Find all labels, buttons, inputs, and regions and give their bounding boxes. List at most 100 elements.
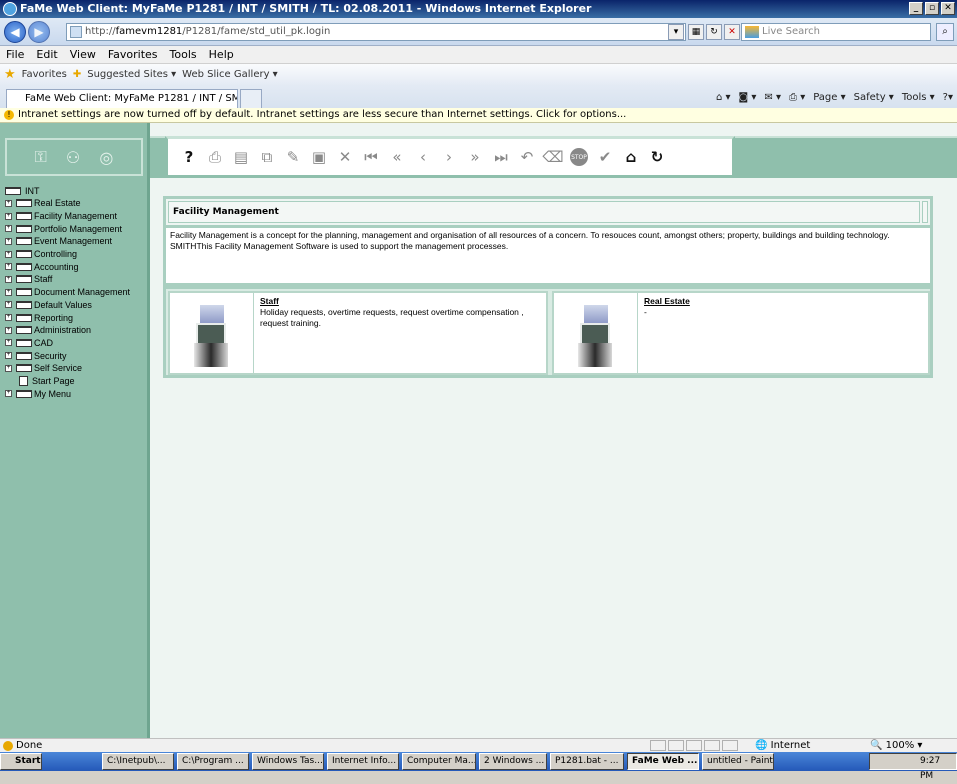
taskbar-button[interactable]: C:\Inetpub\... <box>102 753 174 770</box>
expand-icon[interactable]: + <box>5 390 12 398</box>
back-button[interactable]: ◀ <box>4 21 26 43</box>
taskbar-button[interactable]: FaMe Web ... <box>627 753 699 770</box>
tree-item[interactable]: + Document Management <box>5 286 150 299</box>
add-favorite-icon[interactable]: ✚ <box>73 64 81 86</box>
expand-icon[interactable]: + <box>5 237 12 245</box>
search-button[interactable]: ⌕ <box>936 23 954 41</box>
suggested-sites-link[interactable]: Suggested Sites ▾ <box>87 64 176 86</box>
tools-menu[interactable]: Tools ▾ <box>902 90 935 106</box>
menu-view[interactable]: View <box>70 46 96 63</box>
expand-icon[interactable]: + <box>5 352 12 360</box>
menu-help[interactable]: Help <box>209 46 234 63</box>
mail-icon[interactable]: ✉ ▾ <box>764 90 781 106</box>
tree-item[interactable]: + My Menu <box>5 387 150 400</box>
maximize-button[interactable]: ▫ <box>925 2 939 15</box>
search-person-icon[interactable]: ◎ <box>99 148 113 167</box>
tree-item[interactable]: + Security <box>5 349 150 362</box>
real-estate-link[interactable]: Real Estate <box>644 296 934 307</box>
menu-tools[interactable]: Tools <box>170 46 197 63</box>
expand-icon[interactable]: + <box>5 339 12 347</box>
delete-icon[interactable]: ✕ <box>332 144 358 170</box>
stop-icon[interactable]: STOP <box>570 148 588 166</box>
expand-icon[interactable]: + <box>5 288 12 296</box>
search-input[interactable]: Live Search <box>741 23 931 41</box>
prev-icon[interactable]: ‹ <box>410 144 436 170</box>
module-card-staff[interactable]: Staff Holiday requests, overtime request… <box>168 291 548 375</box>
expand-icon[interactable]: + <box>5 314 12 322</box>
tree-item[interactable]: + Portfolio Management <box>5 222 150 235</box>
menu-file[interactable]: File <box>6 46 24 63</box>
feeds-icon[interactable]: ◙ ▾ <box>739 90 757 106</box>
refresh-browser-icon[interactable]: ↻ <box>706 24 722 40</box>
menu-edit[interactable]: Edit <box>36 46 57 63</box>
next-page-icon[interactable]: » <box>462 144 488 170</box>
minimize-button[interactable]: _ <box>909 2 923 15</box>
information-bar[interactable]: ! Intranet settings are now turned off b… <box>0 108 957 123</box>
print-browser-icon[interactable]: ⎙ ▾ <box>789 90 805 106</box>
tree-item[interactable]: Start Page <box>5 375 150 388</box>
last-icon[interactable]: ⏭ <box>488 144 514 170</box>
taskbar-button[interactable]: P1281.bat - ... <box>550 753 624 770</box>
help-browser-icon[interactable]: ?▾ <box>943 90 953 106</box>
expand-icon[interactable]: + <box>5 301 12 309</box>
expand-icon[interactable]: + <box>5 250 12 258</box>
taskbar-button[interactable]: Computer Ma... <box>402 753 476 770</box>
taskbar-button[interactable]: Internet Info... <box>327 753 399 770</box>
page-menu[interactable]: Page ▾ <box>813 90 845 106</box>
tree-item[interactable]: + Staff <box>5 273 150 286</box>
first-icon[interactable]: ⏮ <box>358 144 384 170</box>
tree-item[interactable]: + CAD <box>5 337 150 350</box>
expand-icon[interactable]: + <box>5 225 12 233</box>
taskbar-button[interactable]: C:\Program ... <box>177 753 249 770</box>
forward-button[interactable]: ▶ <box>28 21 50 43</box>
stop-browser-icon[interactable]: ✕ <box>724 24 740 40</box>
taskbar-button[interactable]: untitled - Paint <box>702 753 774 770</box>
refresh-icon[interactable]: ↻ <box>644 144 670 170</box>
prev-page-icon[interactable]: « <box>384 144 410 170</box>
zoom-level[interactable]: 🔍 100% ▾ <box>870 739 922 752</box>
favorites-button[interactable]: Favorites <box>22 64 67 86</box>
tree-item[interactable]: + Controlling <box>5 248 150 261</box>
tree-item[interactable]: + Self Service <box>5 362 150 375</box>
save-icon[interactable]: ▣ <box>306 144 332 170</box>
taskbar-button[interactable]: Windows Tas... <box>252 753 324 770</box>
home-browser-icon[interactable]: ⌂ ▾ <box>716 90 731 106</box>
tree-item[interactable]: + Facility Management <box>5 210 150 223</box>
new-tab-button[interactable] <box>240 89 262 108</box>
safety-menu[interactable]: Safety ▾ <box>854 90 894 106</box>
address-dropdown-icon[interactable]: ▾ <box>668 24 684 40</box>
check-icon[interactable]: ✔ <box>592 144 618 170</box>
module-card-real-estate[interactable]: Real Estate - <box>552 291 930 375</box>
expand-icon[interactable]: + <box>5 275 12 283</box>
preview-icon[interactable]: ⧉ <box>254 144 280 170</box>
expand-icon[interactable]: + <box>5 326 12 334</box>
web-slice-gallery-link[interactable]: Web Slice Gallery ▾ <box>182 64 278 86</box>
undo-icon[interactable]: ↶ <box>514 144 540 170</box>
tree-item[interactable]: + Event Management <box>5 235 150 248</box>
key-icon[interactable]: ⚿ <box>35 147 47 167</box>
taskbar-button[interactable]: 2 Windows ... <box>479 753 547 770</box>
expand-icon[interactable]: + <box>5 199 12 207</box>
address-input[interactable]: http://famevm1281/P1281/fame/std_util_pk… <box>66 23 686 41</box>
compatibility-icon[interactable]: ▦ <box>688 24 704 40</box>
home-icon[interactable]: ⌂ <box>618 144 644 170</box>
tree-item[interactable]: + Real Estate <box>5 197 150 210</box>
tree-item[interactable]: + Administration <box>5 324 150 337</box>
expand-icon[interactable]: + <box>5 364 12 372</box>
tree-root[interactable]: INT <box>5 185 150 197</box>
tree-item[interactable]: + Accounting <box>5 260 150 273</box>
security-zone[interactable]: 🌐 Internet <box>755 739 810 752</box>
expand-icon[interactable]: + <box>5 263 12 271</box>
expand-icon[interactable]: + <box>5 212 12 220</box>
browser-tab[interactable]: FaMe Web Client: MyFaMe P1281 / INT / SM… <box>6 89 238 108</box>
close-button[interactable]: ✕ <box>941 2 955 15</box>
tree-item[interactable]: + Reporting <box>5 311 150 324</box>
print-icon[interactable]: ⎙ <box>202 144 228 170</box>
user-icon[interactable]: ⚇ <box>66 148 80 167</box>
next-icon[interactable]: › <box>436 144 462 170</box>
staff-link[interactable]: Staff <box>260 296 550 307</box>
start-button[interactable]: Start <box>0 753 42 770</box>
list-icon[interactable]: ▤ <box>228 144 254 170</box>
help-icon[interactable]: ? <box>176 144 202 170</box>
save-edit-icon[interactable]: ✎ <box>280 144 306 170</box>
